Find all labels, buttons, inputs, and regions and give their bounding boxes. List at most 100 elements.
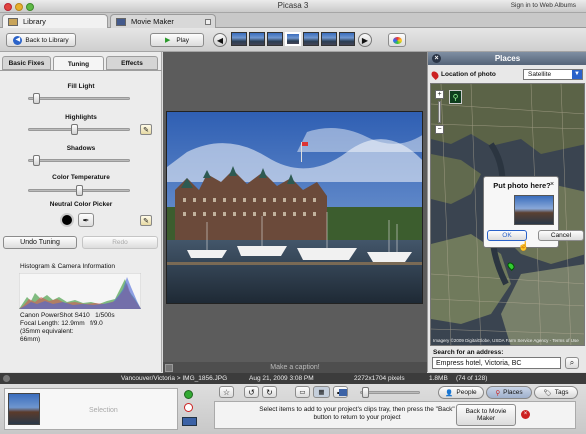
caption-input[interactable]: Make a caption! [163,362,427,373]
color-tools-button[interactable] [388,33,406,47]
address-search-input[interactable]: Empress hotel, Victoria, BC [432,357,561,369]
fill-light-knob[interactable] [32,93,40,104]
tab-basic-fixes[interactable]: Basic Fixes [2,56,51,70]
places-tab-button[interactable]: ⚲ Places [486,386,532,399]
tab-movie-maker[interactable]: Movie Maker [110,14,216,28]
close-message-icon[interactable]: × [521,410,530,419]
places-panel: Places × Location of photo Satellite ▼ +… [427,52,586,372]
filmstrip-thumb-3[interactable] [267,32,283,46]
camera-info-line-4: 66mm) [20,336,41,343]
popup-close-icon[interactable]: × [550,181,554,188]
view-mode-1-button[interactable]: ▭ [295,386,310,398]
close-places-icon[interactable]: × [432,54,441,63]
caption-toggle-icon[interactable] [165,364,173,372]
people-tab-button[interactable]: 👤 People [438,386,484,399]
places-title: Places [494,54,521,63]
status-file-size: 1.8MB [429,375,448,382]
zoom-out-button[interactable]: − [435,125,444,134]
close-tab-icon[interactable] [205,19,211,25]
search-icon: ⌕ [569,358,575,367]
rotate-right-button[interactable]: ↻ [262,386,277,398]
undo-tuning-button[interactable]: Undo Tuning [3,236,77,249]
camera-info-line-2: Focal Length: 12.9mm f/9.0 [20,320,103,327]
places-pin-icon: ⚲ [495,389,501,397]
color-temperature-knob[interactable] [75,185,83,196]
rotate-left-button[interactable]: ↺ [244,386,259,398]
shadows-knob[interactable] [32,155,40,166]
tab-library[interactable]: Library [2,14,108,29]
color-temperature-label: Color Temperature [52,174,110,181]
selection-label: Selection [89,407,118,414]
status-path: Vancouver/Victoria > IMG_1856.JPG [121,375,228,382]
map-attribution: Imagery ©2009 DigitalGlobe, USDA Farm Se… [433,338,579,343]
satellite-map[interactable]: + − ⚲ Put photo here? OK Cancel × ☝ Imag… [430,83,585,346]
tab-library-label: Library [23,17,46,26]
status-dimensions: 2272x1704 pixels [354,375,405,382]
histogram-chart [19,273,141,309]
shadows-slider[interactable] [28,159,130,162]
bottom-tray: Selection ☆ ↺ ↻ ▭ ▦ ▬ 👤 People ⚲ Places … [0,384,586,434]
color-picker-button[interactable]: ✒ [78,213,94,227]
previous-photo-button[interactable]: ◀ [213,33,227,47]
tags-label: Tags [554,389,569,396]
hold-green-icon[interactable] [184,390,193,399]
neutral-color-swatch[interactable] [60,213,74,227]
filmstrip-thumb-2[interactable] [249,32,265,46]
main-tab-bar: Library Movie Maker [0,13,586,29]
star-button[interactable]: ☆ [219,386,234,398]
cancel-button[interactable]: Cancel [538,230,584,241]
mouse-cursor-icon: ☝ [518,241,530,251]
sign-in-link[interactable]: Sign in to Web Albums [511,2,576,9]
library-icon [8,18,18,26]
back-to-movie-maker-button[interactable]: Back to Movie Maker [456,404,516,426]
filmstrip-thumb-7[interactable] [339,32,355,46]
highlights-knob[interactable] [70,124,78,135]
map-type-select[interactable]: Satellite ▼ [523,69,583,80]
filmstrip-thumb-5[interactable] [303,32,319,46]
highlights-auto-button[interactable]: ✎ [140,124,152,135]
back-to-library-button[interactable]: ◀ Back to Library [6,33,76,47]
places-label: Places [503,389,523,396]
shadows-label: Shadows [66,145,96,152]
zoom-in-button[interactable]: + [435,90,444,99]
filmstrip-thumb-4[interactable] [285,32,301,46]
tab-effects[interactable]: Effects [106,56,158,70]
tag-icon: 🏷 [543,389,552,397]
search-address-label: Search for an address: [433,349,504,356]
fill-light-slider[interactable] [28,97,130,100]
edit-panel: Basic Fixes Tuning Effects Fill Light Hi… [0,52,162,372]
filmstrip-thumb-1[interactable] [231,32,247,46]
ok-button[interactable]: OK [487,230,527,241]
next-photo-button[interactable]: ▶ [358,33,372,47]
places-header: Places × [428,52,586,65]
selection-thumb[interactable] [8,393,40,425]
zoom-slider[interactable] [438,101,441,123]
put-photo-popup: Put photo here? OK Cancel × [483,176,584,248]
film-icon [116,18,126,26]
search-button[interactable]: ⌕ [565,357,579,369]
main-photo[interactable] [166,111,423,304]
view-mode-2-button[interactable]: ▦ [313,386,330,398]
color-picker-auto-button[interactable]: ✎ [140,215,152,226]
map-drop-pin-icon[interactable]: ⚲ [449,90,462,104]
back-to-library-label: Back to Library [25,36,69,44]
title-bar: Picasa 3 Sign in to Web Albums [0,0,586,13]
highlights-slider[interactable] [28,128,130,131]
tags-tab-button[interactable]: 🏷 Tags [534,386,578,399]
filmstrip-thumb-6[interactable] [321,32,337,46]
status-date: Aug 21, 2009 3:08 PM [249,375,314,382]
eyedropper-icon: ✒ [82,215,90,225]
play-button[interactable]: ▶ Play [150,33,204,47]
people-label: People [456,389,477,396]
zoom-slider-knob[interactable] [362,387,369,398]
tab-movie-maker-label: Movie Maker [131,17,174,26]
status-collapse-icon[interactable] [3,375,10,382]
location-of-photo-label: Location of photo [441,71,496,78]
tray-menu-icon[interactable] [182,417,197,426]
tab-tuning[interactable]: Tuning [53,56,104,71]
zoom-thumb-icon [339,389,347,396]
redo-button[interactable]: Redo [82,236,158,249]
zoom-slider-track[interactable] [360,391,420,394]
clear-red-icon[interactable] [184,403,193,412]
histogram-title: Histogram & Camera Information [20,263,116,270]
